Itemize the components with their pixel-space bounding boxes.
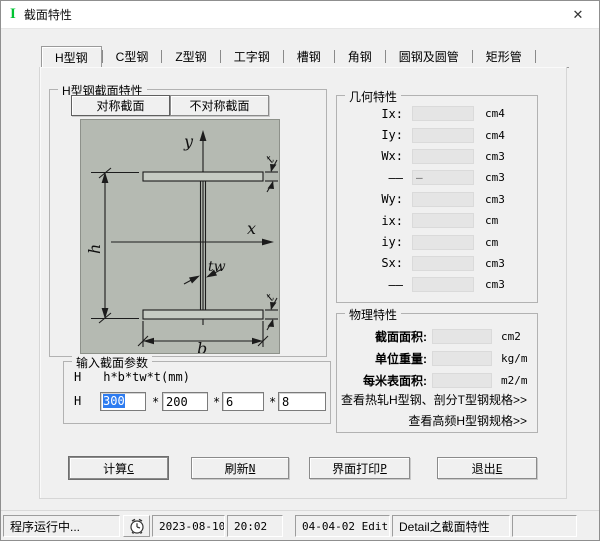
geometric-properties-group: 几何特性 Ix:cm4 Iy:cm4 Wx:cm3 ———cm3 Wy:cm3 … — [336, 95, 538, 303]
sx-value-field — [412, 256, 474, 271]
asymmetric-section-button[interactable]: 不对称截面 — [170, 95, 269, 116]
wy-value-field — [412, 192, 474, 207]
dash-value-field-2 — [412, 277, 474, 292]
status-edition: 04-04-02 Edition — [295, 515, 390, 537]
selected-text: 300 — [103, 394, 125, 408]
dash-value-field: — — [412, 170, 474, 185]
wx-value-field — [412, 149, 474, 164]
h-beam-diagram: y x h tw b t t — [80, 119, 280, 354]
group-title: 物理特性 — [345, 306, 401, 323]
tab-round-steel-pipe[interactable]: 圆钢及圆管 — [386, 46, 472, 67]
geometry-row: ———cm3 — [337, 167, 537, 188]
h-beam-diagram-svg: y x h tw b t t — [81, 120, 279, 353]
diagram-label-x: x — [247, 219, 256, 238]
clock-icon[interactable] — [123, 515, 150, 537]
window-title: 截面特性 — [24, 6, 72, 23]
status-time: 20:02 — [227, 515, 283, 537]
status-blank — [512, 515, 577, 537]
iy-value-field — [412, 128, 474, 143]
tab-rect-tube[interactable]: 矩形管 — [473, 46, 535, 67]
geometry-row: Wx:cm3 — [337, 146, 537, 167]
tab-angle-steel[interactable]: 角钢 — [335, 46, 385, 67]
tab-c-steel[interactable]: C型钢 — [103, 46, 162, 67]
geometry-row: Iy:cm4 — [337, 124, 537, 145]
tab-separator — [535, 50, 536, 63]
input-params-group: 输入截面参数 Hh*b*tw*t(mm) H 300 * * * — [63, 361, 331, 424]
ibeam-app-icon: I — [10, 7, 16, 22]
diagram-label-tw: tw — [208, 259, 226, 275]
multiply-sign: * — [213, 395, 220, 409]
iy-radius-field — [412, 235, 474, 250]
geometry-row: ——cm3 — [337, 274, 537, 295]
title-bar: I 截面特性 ✕ — [1, 1, 599, 29]
tab-channel-steel[interactable]: 槽钢 — [284, 46, 334, 67]
group-title: 输入截面参数 — [72, 354, 152, 371]
hot-rolled-spec-link[interactable]: 查看热轧H型钢、剖分T型钢规格>> — [337, 390, 527, 411]
diagram-label-t-top: t — [263, 153, 277, 166]
section-properties-dialog: I 截面特性 ✕ H型钢 C型钢 Z型钢 工字钢 槽钢 角钢 圆钢及圆管 矩形管… — [0, 0, 600, 541]
ix-radius-field — [412, 213, 474, 228]
diagram-label-b: b — [197, 339, 207, 353]
close-icon[interactable]: ✕ — [557, 1, 599, 29]
multiply-sign: * — [269, 395, 276, 409]
geometry-row: iy:cm — [337, 231, 537, 252]
h-section-group: H型钢截面特性 对称截面 不对称截面 — [49, 89, 327, 357]
format-spec: h*b*tw*t(mm) — [103, 370, 190, 384]
spec-links: 查看热轧H型钢、剖分T型钢规格>> 查看高频H型钢规格>> — [337, 390, 527, 432]
geometry-row: ix:cm — [337, 210, 537, 231]
refresh-button[interactable]: 刷新N — [191, 457, 289, 479]
diagram-label-t-bottom: t — [263, 291, 277, 304]
ix-value-field — [412, 106, 474, 121]
geometry-rows: Ix:cm4 Iy:cm4 Wx:cm3 ———cm3 Wy:cm3 ix:cm… — [337, 103, 537, 296]
status-detail: Detail之截面特性 — [392, 515, 510, 537]
physical-properties-group: 物理特性 截面面积:cm2 单位重量:kg/m 每米表面积:m2/m 查看热轧H… — [336, 313, 538, 433]
status-running: 程序运行中... — [3, 515, 120, 537]
web-thickness-input[interactable] — [222, 392, 264, 411]
width-input[interactable] — [162, 392, 208, 411]
status-bar: 程序运行中... 2023-08-10 20:02 04-04-02 Editi… — [1, 510, 599, 541]
input-row: H 300 * * * — [64, 392, 330, 412]
print-button[interactable]: 界面打印P — [309, 457, 410, 479]
high-freq-spec-link[interactable]: 查看高频H型钢规格>> — [337, 411, 527, 432]
area-value-field — [432, 329, 492, 344]
physical-row: 每米表面积:m2/m — [337, 369, 537, 391]
geometry-row: Ix:cm4 — [337, 103, 537, 124]
physical-row: 截面面积:cm2 — [337, 325, 537, 347]
exit-button[interactable]: 退出E — [437, 457, 537, 479]
status-date: 2023-08-10 — [152, 515, 225, 537]
tab-i-beam[interactable]: 工字钢 — [221, 46, 283, 67]
calculate-button[interactable]: 计算C — [69, 457, 168, 479]
tab-h-steel[interactable]: H型钢 — [41, 46, 102, 68]
physical-rows: 截面面积:cm2 单位重量:kg/m 每米表面积:m2/m — [337, 325, 537, 392]
diagram-label-h: h — [85, 244, 104, 254]
geometry-row: Sx:cm3 — [337, 253, 537, 274]
flange-thickness-input[interactable] — [278, 392, 326, 411]
physical-row: 单位重量:kg/m — [337, 347, 537, 369]
multiply-sign: * — [152, 395, 159, 409]
format-line: Hh*b*tw*t(mm) — [74, 370, 190, 384]
surface-value-field — [432, 373, 492, 388]
weight-value-field — [432, 351, 492, 366]
height-input[interactable]: 300 — [100, 392, 146, 411]
symmetric-section-button[interactable]: 对称截面 — [71, 95, 170, 116]
tab-z-steel[interactable]: Z型钢 — [162, 46, 219, 67]
tab-bar: H型钢 C型钢 Z型钢 工字钢 槽钢 角钢 圆钢及圆管 矩形管 — [41, 46, 569, 68]
diagram-label-y: y — [183, 132, 194, 151]
row-label: H — [74, 394, 81, 408]
format-prefix: H — [74, 370, 81, 384]
geometry-row: Wy:cm3 — [337, 189, 537, 210]
